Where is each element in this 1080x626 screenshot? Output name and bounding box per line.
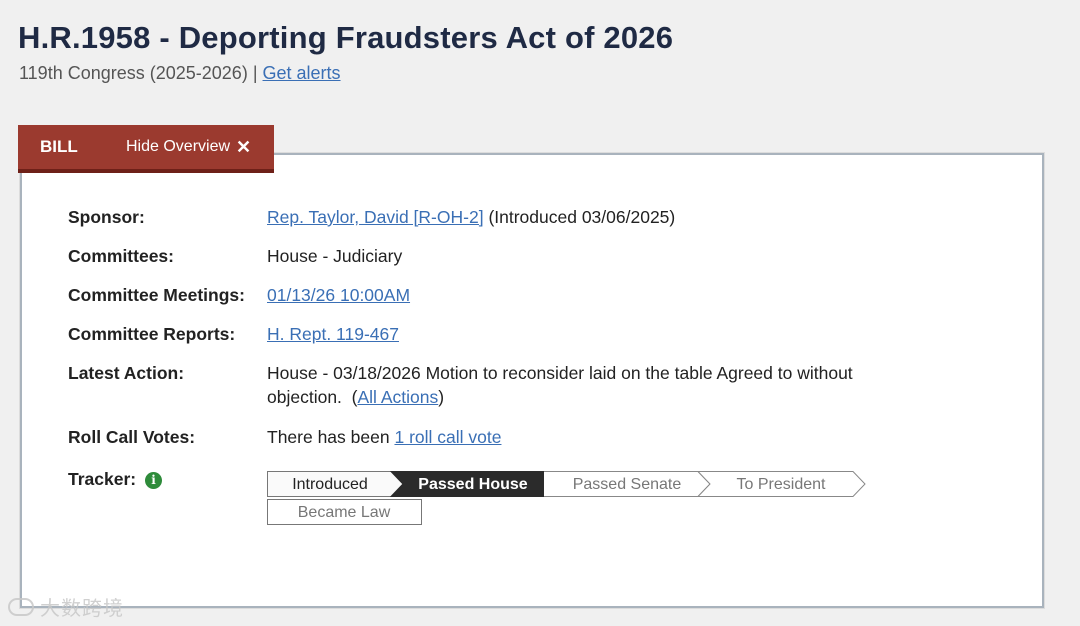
- committee-meetings-value: 01/13/26 10:00AM: [267, 283, 907, 307]
- sponsor-label: Sponsor:: [68, 207, 145, 227]
- tracker-label-group: Tracker: i: [68, 467, 268, 491]
- congress-session: 119th Congress (2025-2026) |: [19, 63, 258, 83]
- tracker-step-label: To President: [737, 476, 826, 493]
- tracker-step-label: Became Law: [298, 504, 391, 521]
- bill-overview-panel: Sponsor: Rep. Taylor, David [R-OH-2] (In…: [20, 153, 1044, 608]
- committee-meeting-link[interactable]: 01/13/26 10:00AM: [267, 285, 410, 305]
- watermark-text: 大数跨境: [40, 596, 124, 620]
- info-icon[interactable]: i: [144, 472, 162, 489]
- congress-subtitle: 119th Congress (2025-2026) | Get alerts: [19, 63, 341, 84]
- page-title: H.R.1958 - Deporting Fraudsters Act of 2…: [18, 20, 674, 55]
- tracker-step-label: Introduced: [292, 476, 368, 493]
- watermark: 大数跨境: [8, 592, 124, 621]
- latest-action-label: Latest Action:: [68, 363, 185, 383]
- roll-call-link[interactable]: 1 roll call vote: [394, 427, 501, 447]
- close-icon: ✕: [236, 136, 252, 157]
- tracker-step-passed-senate: Passed Senate: [544, 471, 711, 497]
- hide-overview-button[interactable]: Hide Overview ✕: [126, 137, 251, 158]
- committee-report-link[interactable]: H. Rept. 119-467: [267, 324, 399, 344]
- roll-call-value: There has been 1 roll call vote: [267, 425, 907, 449]
- watermark-logo-icon: [8, 597, 34, 616]
- bill-tracker: Introduced Passed House Passed Senate To…: [267, 471, 877, 532]
- all-actions-close-paren: ): [438, 387, 445, 407]
- sponsor-link[interactable]: Rep. Taylor, David [R-OH-2]: [267, 207, 484, 227]
- latest-action-value: House - 03/18/2026 Motion to reconsider …: [267, 361, 887, 409]
- roll-call-text: There has been: [267, 427, 390, 447]
- sponsor-introduced-date: (Introduced 03/06/2025): [488, 207, 676, 227]
- all-actions-link[interactable]: All Actions: [357, 387, 438, 407]
- tracker-step-passed-house: Passed House: [389, 471, 557, 497]
- committees-value: House - Judiciary: [267, 246, 403, 266]
- committee-reports-label: Committee Reports:: [68, 324, 236, 344]
- tracker-step-became-law: Became Law: [267, 499, 422, 525]
- tracker-step-to-president: To President: [696, 471, 866, 497]
- overview-tab-bar: BILL Hide Overview ✕: [18, 125, 274, 173]
- get-alerts-link[interactable]: Get alerts: [263, 63, 341, 83]
- tab-bill[interactable]: BILL: [40, 137, 126, 157]
- sponsor-value: Rep. Taylor, David [R-OH-2] (Introduced …: [267, 205, 907, 229]
- tracker-label: Tracker:: [68, 469, 137, 489]
- committee-meetings-label: Committee Meetings:: [68, 285, 245, 305]
- committees-label: Committees:: [68, 246, 174, 266]
- tracker-step-introduced: Introduced: [267, 471, 404, 497]
- tracker-step-label: Passed House: [418, 476, 527, 493]
- hide-overview-label: Hide Overview: [126, 138, 231, 155]
- roll-call-label: Roll Call Votes:: [68, 427, 196, 447]
- committee-reports-value: H. Rept. 119-467: [267, 322, 907, 346]
- tracker-step-label: Passed Senate: [573, 476, 682, 493]
